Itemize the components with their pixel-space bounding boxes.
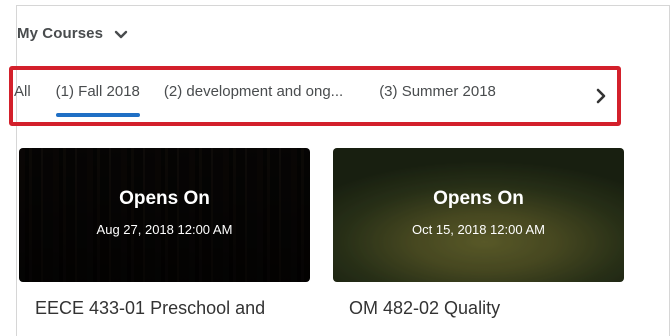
semester-tabs: All (1) Fall 2018 (2) development and on… bbox=[14, 80, 614, 120]
open-date: Aug 27, 2018 12:00 AM bbox=[96, 222, 233, 237]
tab-summer-2018[interactable]: (3) Summer 2018 bbox=[379, 80, 496, 100]
image-overlay bbox=[333, 148, 624, 282]
tab-fall-2018[interactable]: (1) Fall 2018 bbox=[55, 80, 141, 117]
tab-development[interactable]: (2) development and ong... bbox=[164, 80, 343, 100]
opens-on-label: Opens On bbox=[119, 188, 210, 209]
course-title-link[interactable]: EECE 433-01 Preschool and bbox=[35, 298, 265, 319]
chevron-right-icon[interactable] bbox=[594, 87, 608, 105]
course-card-eece[interactable]: Opens On Aug 27, 2018 12:00 AM bbox=[19, 148, 310, 282]
my-courses-title: My Courses bbox=[17, 25, 104, 42]
tab-all[interactable]: All bbox=[14, 80, 31, 100]
image-overlay bbox=[19, 148, 310, 282]
widget-header: My Courses bbox=[17, 25, 129, 42]
course-card-om[interactable]: Opens On Oct 15, 2018 12:00 AM bbox=[333, 148, 624, 282]
chevron-down-icon[interactable] bbox=[113, 26, 129, 42]
open-date: Oct 15, 2018 12:00 AM bbox=[412, 222, 545, 237]
course-title-link[interactable]: OM 482-02 Quality bbox=[349, 298, 500, 319]
opens-on-label: Opens On bbox=[433, 188, 524, 209]
